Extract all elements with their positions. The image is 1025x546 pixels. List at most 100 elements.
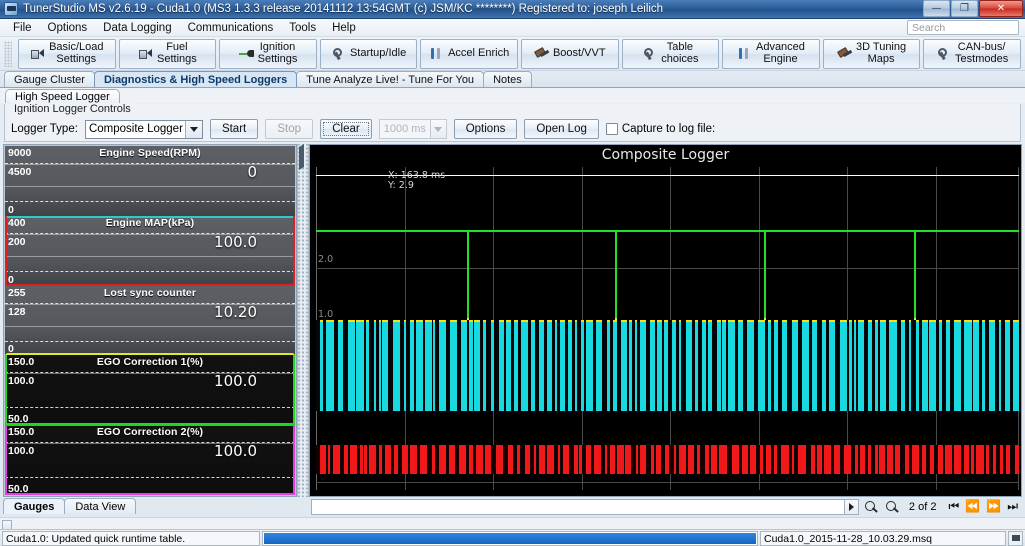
chart-title: Composite Logger [601,147,730,163]
split-pane-divider[interactable] [297,144,309,497]
horizontal-scroll-row[interactable] [0,517,1025,530]
gauge-ego-correction-2[interactable]: EGO Correction 2(%) 150.0 100.0 50.0 100… [5,425,295,495]
trace-composite-red [316,444,1019,474]
capture-to-log-file-checkbox[interactable]: Capture to log file: [605,123,715,135]
chart-readout-y: Y: 2.9 [388,180,414,191]
last-page-icon[interactable]: ⏭ [1007,499,1018,514]
prev-page-icon[interactable]: ⏪ [965,499,980,514]
start-button[interactable]: Start [209,119,259,139]
gauge-title: Lost sync counter [103,286,197,299]
search-input[interactable]: Search [907,20,1019,35]
gauge-value: 100.0 [214,442,257,461]
zoom-in-icon[interactable] [862,499,880,515]
toolbar-button-ignition-settings[interactable]: Ignition Settings [219,38,317,69]
gauge-engine-speed[interactable]: Engine Speed(RPM) 9000 4500 0 0 [5,146,295,216]
tab-gauges[interactable]: Gauges [3,498,66,514]
chart-plot-area[interactable]: X: 163.8 ms Y: 2.9 2.0 1.0 [316,167,1019,490]
tab-high-speed-logger[interactable]: High Speed Logger [5,89,120,103]
gauge-lost-sync-counter[interactable]: Lost sync counter 255 128 0 10.20 [5,285,295,356]
composite-logger-chart[interactable]: Composite Logger X: 163.8 ms Y: 2.9 2.0 … [309,144,1022,497]
toolbar-button-advanced-engine[interactable]: Advanced Engine [722,38,820,69]
status-message: Cuda1.0: Updated quick runtime table. [2,530,260,546]
toolbar-button-accel-enrich[interactable]: Accel Enrich [420,38,518,69]
status-bar: Cuda1.0: Updated quick runtime table. Cu… [0,529,1025,546]
tools-icon [737,46,752,61]
toolbar-button-boost-vvt[interactable]: Boost/VVT [520,38,619,69]
first-page-icon[interactable]: ⏮ [948,499,959,514]
minimize-button[interactable]: — [923,0,950,17]
menu-options[interactable]: Options [40,21,96,35]
gauge-ego-correction-1[interactable]: EGO Correction 1(%) 150.0 100.0 50.0 100… [5,355,295,426]
toolbar-button-3d-tuning-maps[interactable]: 3D Tuning Maps [822,38,921,69]
page-indicator: 2 of 2 [909,501,937,513]
logger-type-select[interactable]: Composite Logger [84,119,203,139]
chevron-down-icon[interactable] [184,120,202,138]
menu-file[interactable]: File [5,21,40,35]
gauge-max: 255 [8,286,26,299]
trace-pulse [913,229,916,320]
nav-scroll-right-icon[interactable] [844,498,859,515]
trace-pulse [467,229,470,320]
stop-button: Stop [265,119,314,139]
nav-scrollbar[interactable] [311,498,845,515]
toolbar-button-table-choices[interactable]: Table choices [621,38,720,69]
toolbar-button-basic-load-settings[interactable]: Basic/Load Settings [18,38,116,69]
group-title: Ignition Logger Controls [11,103,134,115]
spark-icon [238,46,254,61]
page-nav-buttons: ⏮ ⏪ ⏩ ⏭ [948,499,1018,514]
gauge-max: 150.0 [8,356,35,369]
options-button[interactable]: Options [453,119,518,139]
menu-communications[interactable]: Communications [180,21,282,35]
clear-button[interactable]: Clear [320,119,372,139]
gauge-min: 50.0 [8,482,29,495]
menu-bar: File Options Data Logging Communications… [0,19,1025,37]
tab-gauge-cluster[interactable]: Gauge Cluster [4,71,95,87]
gauge-title: EGO Correction 1(%) [96,356,204,369]
menu-tools[interactable]: Tools [281,21,324,35]
window-controls: — ❐ ✕ [923,0,1023,17]
toolbar-button-label: Advanced Engine [755,41,805,65]
gauge-title: EGO Correction 2(%) [96,426,204,439]
maximize-button[interactable]: ❐ [951,0,978,17]
tab-diagnostics-high-speed-loggers[interactable]: Diagnostics & High Speed Loggers [93,71,298,87]
gauge-mid: 200 [8,235,26,248]
gauge-panel: Engine Speed(RPM) 9000 4500 0 0 Engine M… [3,144,297,497]
toolbar-button-fuel-settings[interactable]: Fuel Settings [118,38,217,69]
checkbox-box[interactable] [605,123,618,135]
main-tab-bar: Gauge Cluster Diagnostics & High Speed L… [0,71,1025,88]
tab-notes[interactable]: Notes [483,71,532,87]
gauge-max: 9000 [8,147,32,159]
toolbar-button-can-bus-testmodes[interactable]: CAN-bus/ Testmodes [923,38,1021,69]
tab-tune-analyze-live[interactable]: Tune Analyze Live! - Tune For You [296,71,485,87]
interval-stepper[interactable]: 1000 ms [378,119,447,139]
close-button[interactable]: ✕ [979,0,1023,17]
bottom-bar: Gauges Data View 2 of 2 ⏮ ⏪ ⏩ ⏭ [3,498,1022,518]
open-log-button[interactable]: Open Log [524,119,599,139]
status-filename: Cuda1.0_2015-11-28_10.03.29.msq [760,530,1006,546]
toolbar-button-label: Ignition Settings [257,41,298,65]
y-tick-1: 1.0 [318,309,334,321]
chart-navigation-bar: 2 of 2 ⏮ ⏪ ⏩ ⏭ [311,498,1022,515]
zoom-out-icon[interactable] [883,499,901,515]
logger-type-value: Composite Logger [88,123,183,135]
gauge-mid: 128 [8,305,26,318]
next-page-icon[interactable]: ⏩ [986,499,1001,514]
toolbar-button-startup-idle[interactable]: Startup/Idle [319,38,418,69]
toolbar-button-label: Boost/VVT [552,46,606,59]
status-progress-bar [262,530,758,546]
collapse-right-icon[interactable] [299,152,308,170]
trace-composite-cyan [316,320,1019,411]
toolbar-grip[interactable] [4,41,12,67]
load-icon [30,46,45,61]
main-toolbar: Basic/Load Settings Fuel Settings Igniti… [0,37,1025,71]
menu-data-logging[interactable]: Data Logging [95,21,179,35]
gauge-min: 0 [8,343,14,356]
menu-help[interactable]: Help [324,21,364,35]
hammer-icon [837,46,852,61]
tab-data-view[interactable]: Data View [64,498,137,514]
gauge-engine-map[interactable]: Engine MAP(kPa) 400 200 0 100.0 [5,215,295,286]
gauge-value: 100.0 [214,372,257,391]
chevron-down-icon[interactable] [430,119,447,139]
app-icon [4,2,18,16]
wrench-icon [936,46,951,61]
